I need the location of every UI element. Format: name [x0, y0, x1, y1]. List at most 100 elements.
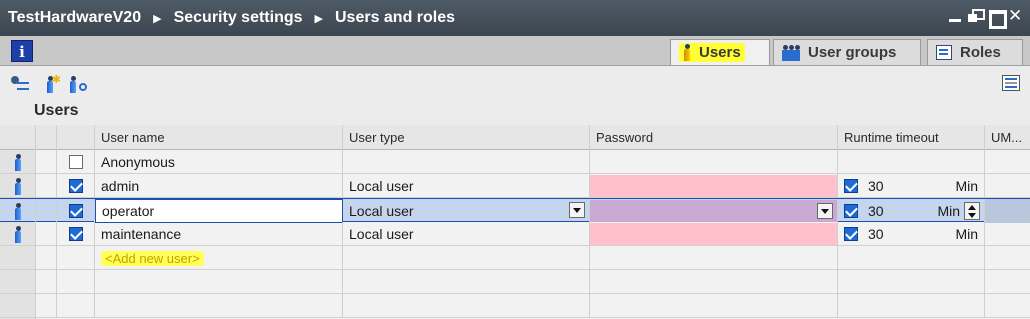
- table-row-selected[interactable]: operator Local user 30 Min: [0, 198, 1030, 223]
- minimize-icon[interactable]: [948, 9, 962, 23]
- enabled-cell: [57, 150, 95, 174]
- add-star-icon: ✱: [51, 74, 61, 86]
- breadcrumb-separator-icon: ▶: [314, 12, 323, 25]
- breadcrumb-security-settings[interactable]: Security settings: [174, 9, 303, 27]
- info-icon[interactable]: i: [11, 40, 33, 62]
- tab-users[interactable]: Users: [670, 39, 770, 65]
- row-selector[interactable]: [36, 174, 57, 198]
- empty-cell: [590, 270, 838, 294]
- tab-roles[interactable]: Roles: [927, 39, 1023, 65]
- timeout-enabled-checkbox[interactable]: [844, 204, 858, 218]
- toolbar: ✱: [0, 67, 1030, 99]
- password-field[interactable]: [590, 200, 837, 222]
- timeout-value: 30: [868, 203, 884, 219]
- enabled-checkbox[interactable]: [68, 227, 83, 241]
- empty-cell: [838, 270, 985, 294]
- runtime-timeout-cell[interactable]: 30 Min: [838, 222, 985, 246]
- um-cell[interactable]: [985, 150, 1030, 174]
- float-window-icon[interactable]: [968, 9, 985, 23]
- user-type-cell[interactable]: Local user: [343, 174, 590, 198]
- user-type-cell[interactable]: Local user: [343, 199, 590, 223]
- table-row-add-new[interactable]: <Add new user>: [0, 246, 1030, 270]
- tab-user-groups-label: User groups: [808, 44, 897, 61]
- chevron-down-icon[interactable]: [817, 203, 833, 219]
- password-field[interactable]: [590, 223, 837, 245]
- tab-users-label: Users: [699, 44, 741, 61]
- user-type-value: Local user: [349, 203, 414, 219]
- table-row[interactable]: maintenance Local user 30 Min: [0, 222, 1030, 246]
- um-cell[interactable]: [985, 222, 1030, 246]
- row-user-icon-cell: [0, 222, 36, 246]
- timeout-enabled-checkbox[interactable]: [844, 227, 858, 241]
- header-check: [57, 125, 95, 150]
- maximize-icon[interactable]: [988, 9, 1007, 29]
- empty-row: [0, 294, 1030, 318]
- row-selector[interactable]: [36, 246, 57, 270]
- enabled-checkbox[interactable]: [68, 155, 83, 169]
- runtime-timeout-cell[interactable]: [838, 150, 985, 174]
- timeout-value: 30: [868, 226, 884, 242]
- section-title: Users: [34, 102, 79, 119]
- column-header-user-type[interactable]: User type: [343, 125, 590, 150]
- breadcrumb-separator-icon: ▶: [153, 12, 162, 25]
- runtime-timeout-cell[interactable]: 30 Min: [838, 174, 985, 198]
- table-header: User name User type Password Runtime tim…: [0, 125, 1030, 150]
- chevron-down-icon[interactable]: [569, 202, 585, 218]
- um-cell[interactable]: [985, 174, 1030, 198]
- user-icon: [14, 202, 22, 220]
- empty-cell: [343, 270, 590, 294]
- header-gutter: [0, 125, 36, 150]
- user-icon: [14, 177, 22, 195]
- user-name-cell[interactable]: operator: [95, 199, 343, 223]
- timeout-enabled-checkbox[interactable]: [844, 179, 858, 193]
- runtime-timeout-cell: [838, 246, 985, 270]
- breadcrumb-users-and-roles[interactable]: Users and roles: [335, 9, 455, 27]
- table-row[interactable]: admin Local user 30 Min: [0, 174, 1030, 198]
- enabled-cell: [57, 222, 95, 246]
- row-gutter-cell: [0, 246, 36, 270]
- add-new-user-link[interactable]: <Add new user>: [101, 250, 204, 266]
- close-icon[interactable]: ✕: [1008, 7, 1022, 24]
- row-selector: [36, 294, 57, 318]
- timeout-unit: Min: [955, 226, 978, 242]
- empty-cell: [343, 294, 590, 318]
- column-header-um[interactable]: UM...: [985, 125, 1030, 150]
- enabled-checkbox[interactable]: [68, 204, 83, 218]
- password-cell[interactable]: [590, 174, 838, 198]
- password-field[interactable]: [590, 175, 837, 197]
- add-new-user-cell[interactable]: <Add new user>: [95, 246, 343, 270]
- um-cell[interactable]: [985, 199, 1030, 223]
- tab-roles-label: Roles: [960, 44, 1001, 61]
- list-view-icon[interactable]: [1002, 75, 1020, 91]
- roles-icon: [936, 45, 952, 60]
- column-header-user-name[interactable]: User name: [95, 125, 343, 150]
- enabled-cell: [57, 199, 95, 223]
- row-selector[interactable]: [36, 150, 57, 174]
- breadcrumb-device[interactable]: TestHardwareV20: [8, 9, 141, 27]
- row-selector[interactable]: [36, 199, 57, 223]
- enabled-checkbox[interactable]: [68, 179, 83, 193]
- row-selector[interactable]: [36, 222, 57, 246]
- user-type-cell[interactable]: [343, 150, 590, 174]
- timeout-value: 30: [868, 178, 884, 194]
- sync-users-icon[interactable]: [10, 74, 30, 94]
- tab-user-groups[interactable]: User groups: [773, 39, 921, 65]
- add-user-button[interactable]: ✱: [40, 74, 61, 94]
- column-header-runtime-timeout[interactable]: Runtime timeout: [838, 125, 985, 150]
- user-icon: [14, 225, 22, 243]
- empty-cell: [95, 270, 343, 294]
- password-cell[interactable]: [590, 150, 838, 174]
- column-header-password[interactable]: Password: [590, 125, 838, 150]
- runtime-timeout-cell[interactable]: 30 Min: [838, 199, 985, 223]
- user-type-cell[interactable]: Local user: [343, 222, 590, 246]
- timeout-unit: Min: [955, 178, 978, 194]
- password-cell[interactable]: [590, 199, 838, 223]
- timeout-unit-spinner[interactable]: [964, 202, 980, 220]
- table-row[interactable]: Anonymous: [0, 150, 1030, 174]
- password-cell: [590, 246, 838, 270]
- user-settings-button[interactable]: [68, 74, 88, 94]
- user-name-cell[interactable]: Anonymous: [95, 150, 343, 174]
- password-cell[interactable]: [590, 222, 838, 246]
- user-name-cell[interactable]: admin: [95, 174, 343, 198]
- user-name-cell[interactable]: maintenance: [95, 222, 343, 246]
